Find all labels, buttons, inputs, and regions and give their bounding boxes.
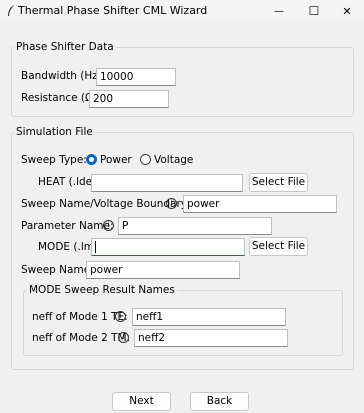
phase-shifter-group (11, 47, 354, 117)
sweep-boundary-label: Sweep Name/Voltage Boundary: (21, 198, 190, 210)
next-button[interactable]: Next (112, 392, 171, 411)
heat-select-file-button[interactable]: Select File (249, 173, 308, 192)
sweep-type-label: Sweep Type: (21, 154, 87, 166)
window-title: Thermal Phase Shifter CML Wizard (18, 4, 208, 17)
close-button[interactable]: ✕ (330, 0, 364, 22)
sweep-name-field[interactable]: power (86, 261, 240, 279)
mode2-tm-field[interactable]: neff2 (134, 329, 288, 347)
parameter-name-field[interactable]: P (118, 217, 272, 235)
maximize-icon: ☐ (308, 4, 320, 18)
mode-select-file-button[interactable]: Select File (249, 237, 308, 256)
sweep-type-power-radio[interactable] (86, 154, 97, 165)
info-icon[interactable]: i (115, 311, 126, 322)
info-icon[interactable]: i (118, 332, 129, 343)
parameter-name-label: Parameter Name: (21, 220, 114, 232)
sweep-type-power-label[interactable]: Power (100, 154, 132, 166)
sweep-name-label: Sweep Name: (21, 264, 94, 276)
resistance-field[interactable]: 200 (89, 90, 169, 108)
info-icon[interactable]: i (103, 220, 114, 231)
mode-file-field[interactable] (91, 238, 245, 256)
mode1-te-field[interactable]: neff1 (132, 308, 286, 326)
phase-shifter-legend: Phase Shifter Data (14, 41, 116, 53)
mode1-te-label: neff of Mode 1 TE: (32, 311, 128, 323)
sweep-type-voltage-label[interactable]: Voltage (154, 154, 193, 166)
close-icon: ✕ (342, 4, 352, 18)
mode-results-legend: MODE Sweep Result Names (27, 284, 177, 296)
maximize-button[interactable]: ☐ (297, 0, 331, 22)
sweep-boundary-field[interactable]: power (183, 195, 337, 213)
bandwidth-field[interactable]: 10000 (96, 68, 176, 86)
mode2-tm-label: neff of Mode 2 TM: (32, 332, 131, 344)
simulation-file-legend: Simulation File (14, 126, 95, 138)
minimize-icon: — (274, 5, 284, 17)
bandwidth-label: Bandwidth (Hz): (21, 70, 106, 82)
back-button[interactable]: Back (190, 392, 249, 411)
sweep-type-voltage-radio[interactable] (140, 154, 151, 165)
text-caret (95, 241, 96, 253)
info-icon[interactable]: i (166, 198, 177, 209)
feather-app-icon (6, 4, 16, 18)
heat-file-field[interactable] (91, 174, 243, 192)
minimize-button[interactable]: — (262, 0, 296, 22)
